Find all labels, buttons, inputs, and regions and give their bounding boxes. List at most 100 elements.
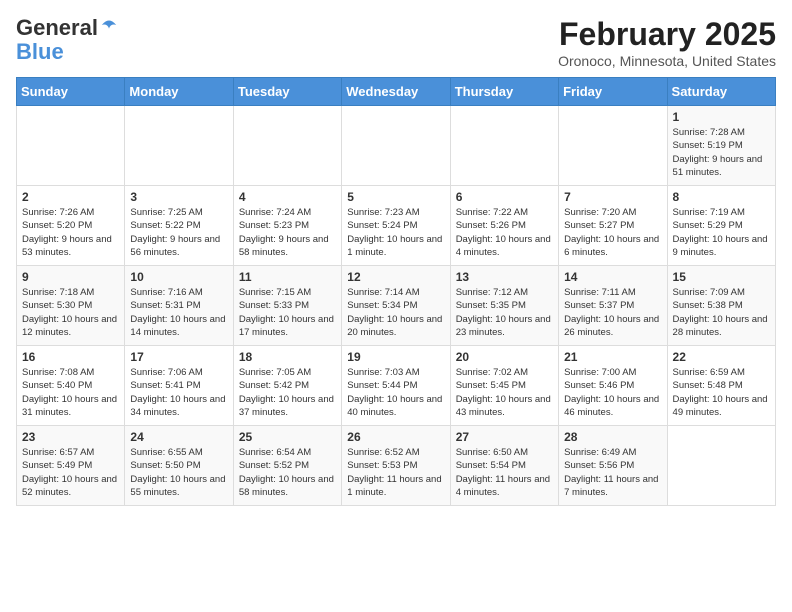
day-info: Sunrise: 7:14 AM Sunset: 5:34 PM Dayligh… [347, 286, 444, 339]
weekday-header-tuesday: Tuesday [233, 78, 341, 106]
logo-icon [100, 16, 118, 34]
calendar-cell: 14 Sunrise: 7:11 AM Sunset: 5:37 PM Dayli… [559, 266, 667, 346]
day-number: 22 [673, 350, 770, 364]
day-info: Sunrise: 7:20 AM Sunset: 5:27 PM Dayligh… [564, 206, 661, 259]
calendar-cell: 21 Sunrise: 7:00 AM Sunset: 5:46 PM Dayli… [559, 346, 667, 426]
calendar-cell: 15Sunrise: 7:09 AM Sunset: 5:38 PM Dayli… [667, 266, 775, 346]
calendar-cell: 3 Sunrise: 7:25 AM Sunset: 5:22 PM Daylig… [125, 186, 233, 266]
calendar-cell [667, 426, 775, 506]
calendar-cell: 9 Sunrise: 7:18 AM Sunset: 5:30 PM Daylig… [17, 266, 125, 346]
calendar-cell: 25 Sunrise: 6:54 AM Sunset: 5:52 PM Dayli… [233, 426, 341, 506]
day-info: Sunrise: 7:28 AM Sunset: 5:19 PM Dayligh… [673, 126, 770, 179]
logo-text-blue: Blue [16, 40, 64, 64]
day-number: 13 [456, 270, 553, 284]
day-info: Sunrise: 6:49 AM Sunset: 5:56 PM Dayligh… [564, 446, 661, 499]
day-number: 12 [347, 270, 444, 284]
calendar-cell: 27 Sunrise: 6:50 AM Sunset: 5:54 PM Dayli… [450, 426, 558, 506]
calendar-cell: 7 Sunrise: 7:20 AM Sunset: 5:27 PM Daylig… [559, 186, 667, 266]
page-header: General Blue February 2025 Oronoco, Minn… [16, 16, 776, 69]
day-number: 4 [239, 190, 336, 204]
day-info: Sunrise: 7:03 AM Sunset: 5:44 PM Dayligh… [347, 366, 444, 419]
logo-text-general: General [16, 16, 98, 40]
calendar-cell: 18Sunrise: 7:05 AM Sunset: 5:42 PM Dayli… [233, 346, 341, 426]
calendar-cell: 23Sunrise: 6:57 AM Sunset: 5:49 PM Dayli… [17, 426, 125, 506]
day-info: Sunrise: 7:11 AM Sunset: 5:37 PM Dayligh… [564, 286, 661, 339]
weekday-header-saturday: Saturday [667, 78, 775, 106]
day-number: 7 [564, 190, 661, 204]
calendar-cell: 2Sunrise: 7:26 AM Sunset: 5:20 PM Daylig… [17, 186, 125, 266]
day-number: 3 [130, 190, 227, 204]
calendar-cell [559, 106, 667, 186]
calendar-cell: 20 Sunrise: 7:02 AM Sunset: 5:45 PM Dayli… [450, 346, 558, 426]
day-number: 16 [22, 350, 119, 364]
calendar-cell: 12 Sunrise: 7:14 AM Sunset: 5:34 PM Dayli… [342, 266, 450, 346]
calendar-cell: 19 Sunrise: 7:03 AM Sunset: 5:44 PM Dayli… [342, 346, 450, 426]
day-info: Sunrise: 7:12 AM Sunset: 5:35 PM Dayligh… [456, 286, 553, 339]
weekday-header-friday: Friday [559, 78, 667, 106]
day-number: 24 [130, 430, 227, 444]
calendar-cell: 4 Sunrise: 7:24 AM Sunset: 5:23 PM Daylig… [233, 186, 341, 266]
day-number: 8 [673, 190, 770, 204]
day-number: 14 [564, 270, 661, 284]
day-info: Sunrise: 6:50 AM Sunset: 5:54 PM Dayligh… [456, 446, 553, 499]
day-info: Sunrise: 7:24 AM Sunset: 5:23 PM Dayligh… [239, 206, 336, 259]
day-number: 6 [456, 190, 553, 204]
day-info: Sunrise: 6:52 AM Sunset: 5:53 PM Dayligh… [347, 446, 444, 499]
calendar-cell: 6 Sunrise: 7:22 AM Sunset: 5:26 PM Daylig… [450, 186, 558, 266]
day-info: Sunrise: 7:06 AM Sunset: 5:41 PM Dayligh… [130, 366, 227, 419]
day-number: 26 [347, 430, 444, 444]
calendar-cell [17, 106, 125, 186]
day-number: 11 [239, 270, 336, 284]
week-row-2: 2Sunrise: 7:26 AM Sunset: 5:20 PM Daylig… [17, 186, 776, 266]
day-info: Sunrise: 7:00 AM Sunset: 5:46 PM Dayligh… [564, 366, 661, 419]
day-info: Sunrise: 7:05 AM Sunset: 5:42 PM Dayligh… [239, 366, 336, 419]
week-row-1: 1 Sunrise: 7:28 AM Sunset: 5:19 PM Daylig… [17, 106, 776, 186]
week-row-4: 16Sunrise: 7:08 AM Sunset: 5:40 PM Dayli… [17, 346, 776, 426]
weekday-header-wednesday: Wednesday [342, 78, 450, 106]
day-number: 19 [347, 350, 444, 364]
day-info: Sunrise: 6:59 AM Sunset: 5:48 PM Dayligh… [673, 366, 770, 419]
day-number: 17 [130, 350, 227, 364]
weekday-header-sunday: Sunday [17, 78, 125, 106]
location-subtitle: Oronoco, Minnesota, United States [558, 53, 776, 69]
day-info: Sunrise: 7:19 AM Sunset: 5:29 PM Dayligh… [673, 206, 770, 259]
day-number: 9 [22, 270, 119, 284]
calendar-cell: 10 Sunrise: 7:16 AM Sunset: 5:31 PM Dayli… [125, 266, 233, 346]
week-row-3: 9 Sunrise: 7:18 AM Sunset: 5:30 PM Daylig… [17, 266, 776, 346]
day-info: Sunrise: 6:55 AM Sunset: 5:50 PM Dayligh… [130, 446, 227, 499]
calendar-cell: 13 Sunrise: 7:12 AM Sunset: 5:35 PM Dayli… [450, 266, 558, 346]
logo: General Blue [16, 16, 118, 64]
calendar-cell: 5Sunrise: 7:23 AM Sunset: 5:24 PM Daylig… [342, 186, 450, 266]
day-number: 21 [564, 350, 661, 364]
day-info: Sunrise: 7:09 AM Sunset: 5:38 PM Dayligh… [673, 286, 770, 339]
calendar-cell: 28 Sunrise: 6:49 AM Sunset: 5:56 PM Dayli… [559, 426, 667, 506]
weekday-header-monday: Monday [125, 78, 233, 106]
day-number: 20 [456, 350, 553, 364]
day-info: Sunrise: 7:22 AM Sunset: 5:26 PM Dayligh… [456, 206, 553, 259]
week-row-5: 23Sunrise: 6:57 AM Sunset: 5:49 PM Dayli… [17, 426, 776, 506]
day-number: 5 [347, 190, 444, 204]
calendar-cell: 16Sunrise: 7:08 AM Sunset: 5:40 PM Dayli… [17, 346, 125, 426]
calendar-cell [233, 106, 341, 186]
day-info: Sunrise: 7:02 AM Sunset: 5:45 PM Dayligh… [456, 366, 553, 419]
day-info: Sunrise: 6:57 AM Sunset: 5:49 PM Dayligh… [22, 446, 119, 499]
calendar-cell [450, 106, 558, 186]
calendar-cell: 1 Sunrise: 7:28 AM Sunset: 5:19 PM Daylig… [667, 106, 775, 186]
day-number: 1 [673, 110, 770, 124]
calendar-cell: 17 Sunrise: 7:06 AM Sunset: 5:41 PM Dayli… [125, 346, 233, 426]
day-info: Sunrise: 7:26 AM Sunset: 5:20 PM Dayligh… [22, 206, 119, 259]
day-info: Sunrise: 7:16 AM Sunset: 5:31 PM Dayligh… [130, 286, 227, 339]
calendar-table: SundayMondayTuesdayWednesdayThursdayFrid… [16, 77, 776, 506]
title-block: February 2025 Oronoco, Minnesota, United… [558, 16, 776, 69]
day-number: 27 [456, 430, 553, 444]
day-number: 25 [239, 430, 336, 444]
calendar-cell: 24 Sunrise: 6:55 AM Sunset: 5:50 PM Dayli… [125, 426, 233, 506]
day-info: Sunrise: 6:54 AM Sunset: 5:52 PM Dayligh… [239, 446, 336, 499]
calendar-cell: 22 Sunrise: 6:59 AM Sunset: 5:48 PM Dayli… [667, 346, 775, 426]
day-number: 10 [130, 270, 227, 284]
day-info: Sunrise: 7:25 AM Sunset: 5:22 PM Dayligh… [130, 206, 227, 259]
calendar-cell: 26 Sunrise: 6:52 AM Sunset: 5:53 PM Dayli… [342, 426, 450, 506]
day-number: 28 [564, 430, 661, 444]
day-info: Sunrise: 7:18 AM Sunset: 5:30 PM Dayligh… [22, 286, 119, 339]
calendar-cell [125, 106, 233, 186]
